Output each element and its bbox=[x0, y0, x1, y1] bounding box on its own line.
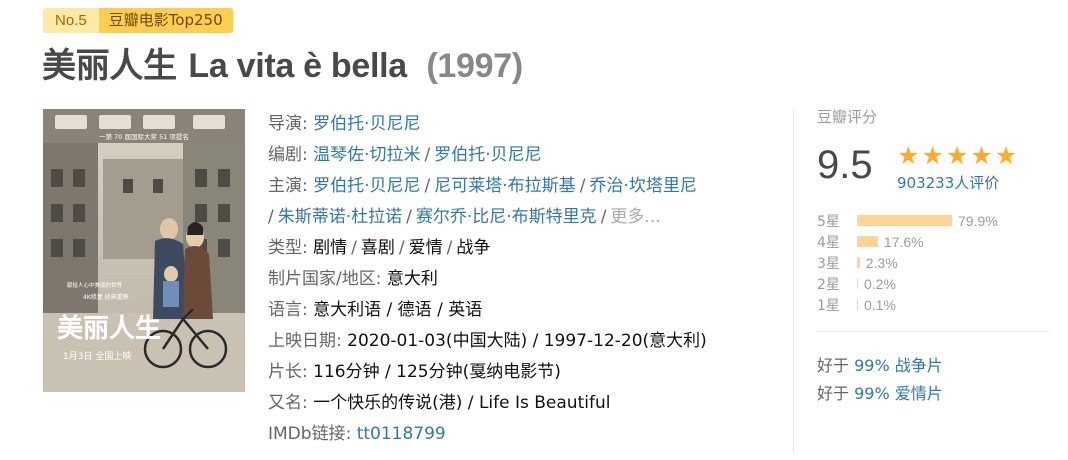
rating-bar-percent: 79.9% bbox=[958, 212, 998, 229]
rating-bar-row: 5星 79.9% bbox=[817, 210, 1049, 231]
rating-bar-percent: 17.6% bbox=[883, 233, 924, 250]
runtime-value: 116分钟 / 125分钟(戛纳电影节) bbox=[313, 362, 561, 382]
rating-bar-label: 3星 bbox=[817, 255, 840, 272]
rating-bar-label: 4星 bbox=[817, 234, 840, 251]
rating-bar bbox=[857, 236, 878, 247]
poster-stamp-text: 一第 70 届国际大奖 51 项提名 bbox=[99, 132, 189, 141]
votes-link[interactable]: 903233人评价 bbox=[897, 172, 1017, 193]
star-icon: ★ bbox=[945, 141, 969, 170]
aka-label: 又名 bbox=[268, 393, 302, 413]
rating-stars: ★ ★ ★ ★ ★ bbox=[897, 143, 1017, 168]
cast-link[interactable]: 尼可莱塔·布拉斯基 bbox=[434, 176, 575, 196]
info-runtime-row: 片长: 116分钟 / 125分钟(戛纳电影节) bbox=[268, 362, 561, 382]
rank-number: No.5 bbox=[43, 8, 99, 33]
better-than-item: 好于 99% 爱情片 bbox=[817, 384, 943, 403]
rating-bar-label: 5星 bbox=[817, 213, 840, 230]
aka-value: 一个快乐的传说(港) / Life Is Beautiful bbox=[313, 393, 611, 413]
info-language-row: 语言: 意大利语 / 德语 / 英语 bbox=[268, 300, 483, 320]
poster-title-art: 美丽人生 bbox=[57, 313, 161, 344]
genre-label: 类型 bbox=[268, 238, 302, 258]
release-value: 2020-01-03(中国大陆) / 1997-12-20(意大利) bbox=[347, 331, 707, 351]
info-release-row: 上映日期: 2020-01-03(中国大陆) / 1997-12-20(意大利) bbox=[268, 331, 707, 351]
better-than-item: 好于 99% 战争片 bbox=[817, 356, 943, 375]
cast-label: 主演 bbox=[268, 176, 302, 196]
genre-value: 战争 bbox=[456, 238, 491, 258]
rating-bar-row: 4星 17.6% bbox=[817, 231, 1049, 252]
director-link[interactable]: 罗伯托·贝尼尼 bbox=[313, 114, 420, 134]
rating-separator bbox=[817, 331, 1049, 332]
poster-image: 一第 70 届国际大奖 51 项提名 4K修复 经典重映 美丽人生 1月3日 全… bbox=[43, 109, 245, 392]
movie-poster[interactable]: 一第 70 届国际大奖 51 项提名 4K修复 经典重映 美丽人生 1月3日 全… bbox=[43, 109, 245, 392]
better-than-list: 好于 99% 战争片 好于 99% 爱情片 bbox=[817, 352, 1049, 408]
rating-bar-label: 1星 bbox=[817, 297, 840, 314]
rating-bar-row: 1星 0.1% bbox=[817, 294, 1049, 315]
rating-bar bbox=[857, 215, 952, 226]
rating-bar-label: 2星 bbox=[817, 276, 840, 293]
cast-link[interactable]: 乔治·坎塔里尼 bbox=[589, 176, 696, 196]
rating-score: 9.5 bbox=[817, 143, 873, 187]
title-chinese: 美丽人生 bbox=[42, 46, 177, 86]
country-value: 意大利 bbox=[386, 269, 438, 289]
info-writer-row: 编剧: 温琴佐·切拉米 / 罗伯托·贝尼尼 bbox=[268, 145, 542, 165]
director-label: 导演 bbox=[268, 114, 302, 134]
title-year: (1997) bbox=[426, 47, 523, 85]
rating-bar-percent: 2.3% bbox=[865, 254, 898, 271]
star-icon: ★ bbox=[921, 141, 944, 170]
language-value: 意大利语 / 德语 / 英语 bbox=[313, 300, 483, 320]
star-icon: ★ bbox=[897, 141, 920, 170]
rating-bar bbox=[857, 299, 858, 310]
genre-value: 爱情 bbox=[408, 238, 443, 258]
info-country-row: 制片国家/地区: 意大利 bbox=[268, 269, 438, 289]
title-original: La vita è bella bbox=[188, 47, 407, 85]
movie-info: 导演: 罗伯托·贝尼尼 编剧: 温琴佐·切拉米 / 罗伯托·贝尼尼 主演: 罗伯托·… bbox=[268, 109, 768, 450]
star-icon: ★ bbox=[970, 141, 993, 170]
top250-badge[interactable]: No.5 豆瓣电影Top250 bbox=[43, 8, 233, 33]
cast-link[interactable]: 赛尔乔·比尼·布斯特里克 bbox=[416, 207, 597, 227]
cast-link[interactable]: 朱斯蒂诺·杜拉诺 bbox=[278, 207, 402, 227]
better-than-link[interactable]: 99% 爱情片 bbox=[854, 384, 943, 403]
poster-tagline: 4K修复 经典重映 bbox=[83, 293, 129, 301]
imdb-link[interactable]: tt0118799 bbox=[357, 424, 446, 444]
info-cast-row: 主演: 罗伯托·贝尼尼 / 尼可莱塔·布拉斯基 / 乔治·坎塔里尼 bbox=[268, 176, 697, 196]
rating-bar bbox=[857, 257, 860, 268]
rating-bar-row: 2星 0.2% bbox=[817, 273, 1049, 294]
rating-bar-row: 3星 2.3% bbox=[817, 252, 1049, 273]
country-label: 制片国家/地区 bbox=[268, 269, 376, 289]
panel-divider bbox=[793, 108, 794, 453]
info-imdb-row: IMDb链接: tt0118799 bbox=[268, 424, 446, 444]
info-aka-row: 又名: 一个快乐的传说(港) / Life Is Beautiful bbox=[268, 393, 611, 413]
info-director-row: 导演: 罗伯托·贝尼尼 bbox=[268, 114, 421, 134]
writer-label: 编剧 bbox=[268, 145, 302, 165]
rating-heading: 豆瓣评分 bbox=[817, 108, 878, 126]
genre-value: 喜剧 bbox=[360, 238, 395, 258]
poster-small-text: 献给人心中美丽的世界 bbox=[67, 281, 123, 289]
info-cast-row-2: / 朱斯蒂诺·杜拉诺 / 赛尔乔·比尼·布斯特里克 / 更多... bbox=[268, 207, 661, 227]
top250-list-label: 豆瓣电影Top250 bbox=[98, 8, 233, 33]
rating-bar-percent: 0.2% bbox=[864, 275, 896, 292]
release-label: 上映日期 bbox=[268, 331, 336, 351]
runtime-label: 片长 bbox=[268, 362, 302, 382]
writer-link[interactable]: 温琴佐·切拉米 bbox=[313, 145, 420, 165]
writer-link[interactable]: 罗伯托·贝尼尼 bbox=[434, 145, 541, 165]
rating-panel: 豆瓣评分 9.5 ★ ★ ★ ★ ★ 903233人评价 5星 79.9% 4星 17.6% 3… bbox=[817, 106, 1049, 408]
rating-bar bbox=[857, 278, 858, 289]
poster-date: 1月3日 全国上映 bbox=[63, 350, 131, 362]
more-cast-link[interactable]: 更多... bbox=[610, 207, 660, 227]
info-genre-row: 类型: 剧情 / 喜剧 / 爱情 / 战争 bbox=[268, 238, 491, 258]
rating-bar-percent: 0.1% bbox=[864, 296, 896, 313]
cast-link[interactable]: 罗伯托·贝尼尼 bbox=[313, 176, 420, 196]
page-title: 美丽人生 La vita è bella (1997) bbox=[42, 38, 523, 87]
language-label: 语言 bbox=[268, 300, 302, 320]
better-than-link[interactable]: 99% 战争片 bbox=[854, 356, 943, 375]
imdb-label: IMDb链接 bbox=[268, 424, 346, 444]
star-icon: ★ bbox=[994, 141, 1018, 170]
genre-value: 剧情 bbox=[313, 238, 348, 258]
rating-distribution: 5星 79.9% 4星 17.6% 3星 2.3% 2星 0.2% 1星 0.1% bbox=[817, 210, 1049, 315]
